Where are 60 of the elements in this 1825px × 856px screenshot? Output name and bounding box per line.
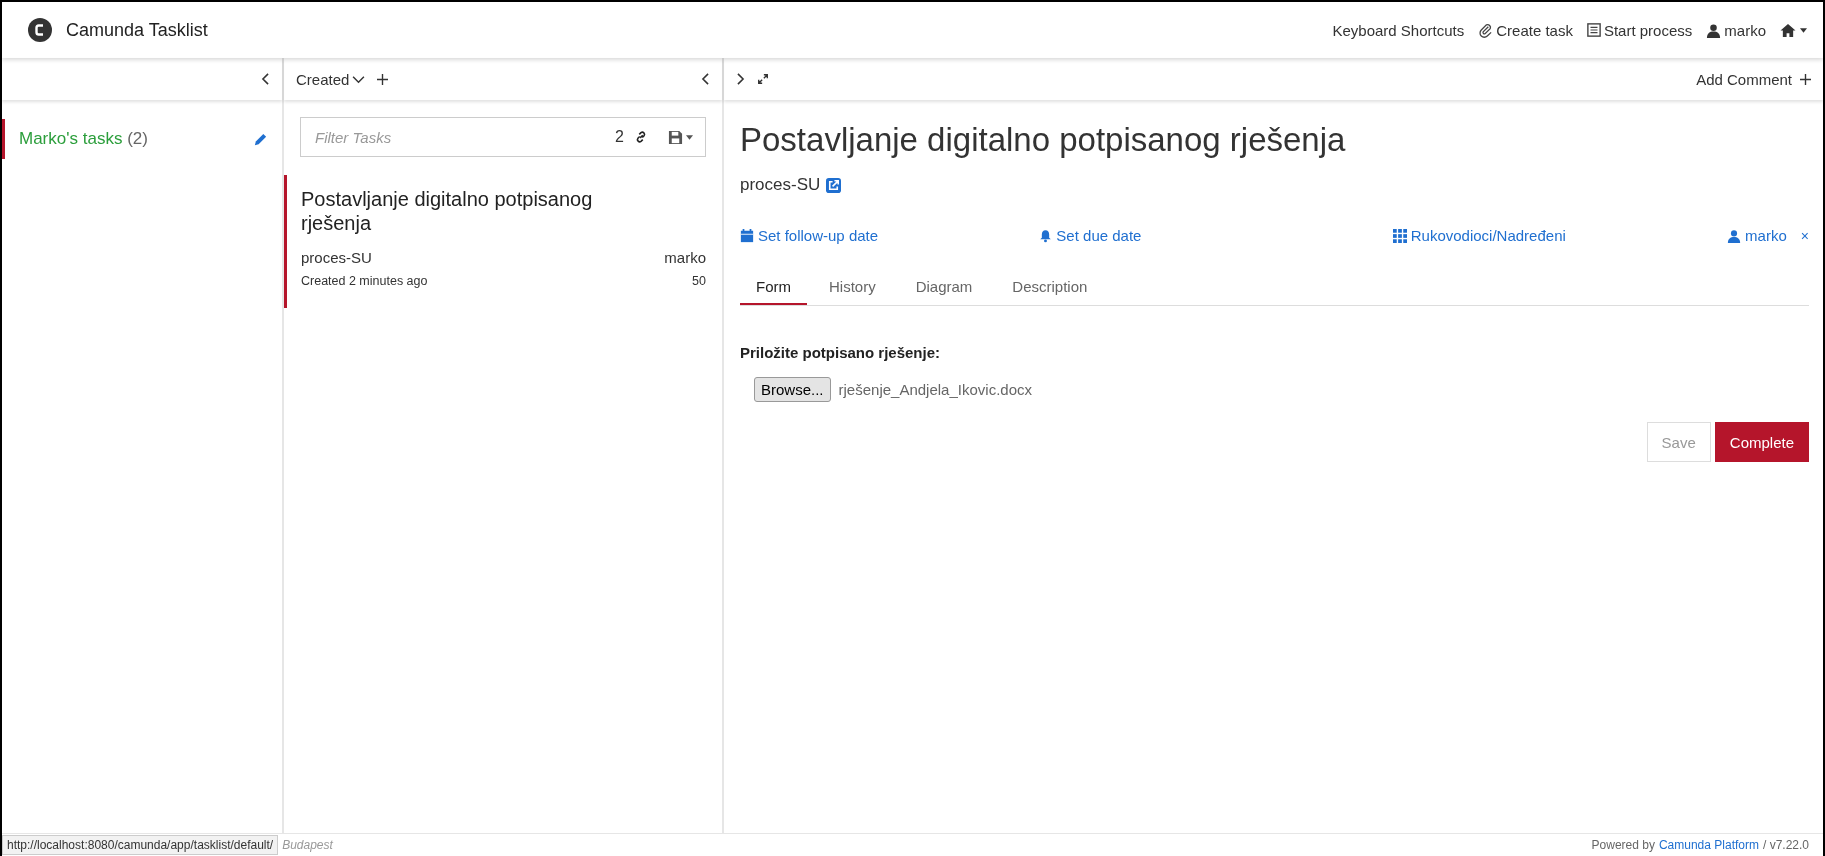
- task-action-link[interactable]: Set due date: [1039, 227, 1142, 244]
- plus-icon[interactable]: [377, 73, 389, 85]
- task-created: Created 2 minutes ago: [301, 274, 428, 288]
- task-card[interactable]: Postavljanje digitalno potpisanog rješenja proces-SU marko Created 2 minutes ago 50: [284, 175, 722, 308]
- tab[interactable]: Diagram: [915, 270, 991, 305]
- logo-icon: [28, 18, 52, 42]
- chevron-down-icon: [352, 74, 366, 84]
- field-label: Priložite potpisano rješenje:: [740, 344, 942, 361]
- version-text: / v7.22.0: [1762, 838, 1809, 852]
- caret-icon: [1800, 27, 1807, 33]
- chevron-left-icon[interactable]: [701, 73, 710, 85]
- link-icon[interactable]: [634, 130, 648, 144]
- remove-assignee-button[interactable]: ×: [1800, 227, 1809, 244]
- expand-icon[interactable]: [757, 73, 769, 85]
- tab[interactable]: History: [829, 270, 894, 305]
- camunda-platform-link[interactable]: Camunda Platform: [1658, 838, 1759, 852]
- caret-icon: [686, 134, 693, 140]
- pencil-icon[interactable]: [253, 131, 268, 147]
- grid-icon: [1392, 228, 1407, 243]
- home-icon: [1780, 22, 1796, 38]
- timezone-label: Budapest: [282, 838, 333, 852]
- plus-icon: [1800, 73, 1811, 85]
- task-process: proces-SU: [301, 249, 372, 266]
- result-count: 2: [615, 128, 624, 146]
- filter-box[interactable]: Filter Tasks 2: [300, 117, 706, 157]
- home-menu[interactable]: [1778, 22, 1809, 38]
- filter-field[interactable]: Filter Tasks: [313, 127, 606, 147]
- task-assignee: marko: [664, 249, 706, 266]
- add-comment-button[interactable]: Add Comment: [1696, 70, 1811, 88]
- app-title: Camunda Tasklist: [66, 19, 208, 41]
- tab[interactable]: Description: [1012, 270, 1106, 305]
- complete-button[interactable]: Complete: [1714, 422, 1809, 462]
- status-url: http://localhost:8080/camunda/app/tasklist/default/: [2, 835, 279, 855]
- task-action-link[interactable]: Set follow-up date: [740, 227, 879, 244]
- paperclip-icon: [1478, 22, 1494, 38]
- powered-by-text: Powered by: [1591, 838, 1655, 852]
- task-action-link[interactable]: marko ×: [1727, 227, 1809, 244]
- task-title: Postavljanje digitalno potpisanog rješenja: [301, 187, 594, 235]
- save-filter-menu[interactable]: [668, 129, 693, 145]
- list-icon: [1586, 23, 1601, 37]
- tab[interactable]: Form: [740, 270, 807, 305]
- task-priority: 50: [692, 274, 706, 288]
- user-icon: [1706, 22, 1722, 38]
- nav-link[interactable]: Create task: [1476, 21, 1575, 39]
- chevron-left-icon[interactable]: [261, 73, 270, 85]
- external-link-icon[interactable]: [826, 177, 842, 193]
- browse-button[interactable]: Browse...: [754, 377, 831, 402]
- file-name: rješenje_Andjela_Ikovic.docx: [838, 381, 1032, 398]
- nav-link[interactable]: Keyboard Shortcuts: [1330, 21, 1467, 39]
- user-icon: [1727, 228, 1742, 243]
- chevron-right-icon[interactable]: [736, 73, 745, 85]
- process-name: proces-SU: [740, 175, 821, 195]
- nav-link[interactable]: Start process: [1584, 21, 1695, 39]
- calendar-icon: [740, 228, 754, 243]
- user-menu[interactable]: marko: [1704, 21, 1768, 39]
- task-heading: Postavljanje digitalno potpisanog rješenja: [740, 121, 1347, 159]
- bell-icon: [1039, 228, 1053, 243]
- filter-item[interactable]: Marko's tasks (2): [2, 119, 282, 159]
- task-action-link[interactable]: Rukovodioci/Nadređeni: [1392, 227, 1566, 244]
- sort-dropdown[interactable]: Created: [296, 70, 366, 88]
